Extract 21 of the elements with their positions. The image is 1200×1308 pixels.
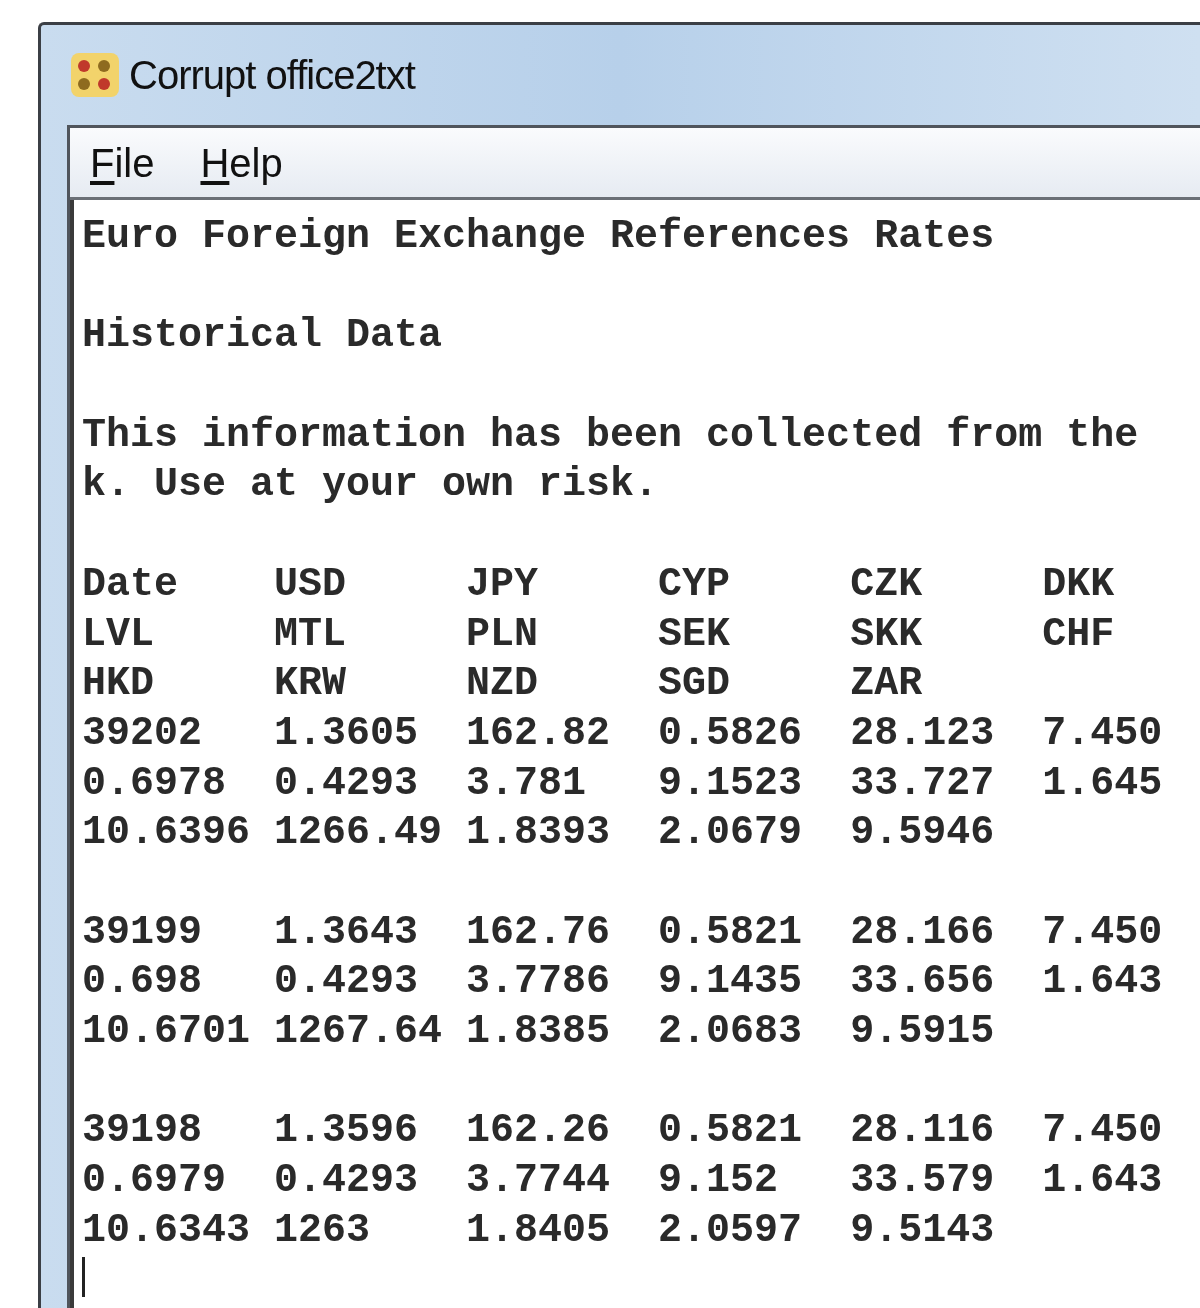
text-line: Euro Foreign Exchange References Rates bbox=[82, 214, 995, 259]
menu-item[interactable]: File bbox=[90, 132, 155, 193]
text-area[interactable] bbox=[70, 200, 1200, 1308]
text-line: 39199 1.3643 162.76 0.5821 28.166 7.450 bbox=[82, 909, 1163, 955]
text-line: This information has been collected from the bbox=[82, 412, 1139, 458]
menu-item[interactable]: Help bbox=[200, 132, 283, 193]
text-line: HKD KRW NZD SGD ZAR bbox=[82, 661, 923, 707]
text-line: 0.698 0.4293 3.7786 9.1435 33.656 1.643 bbox=[82, 959, 1163, 1005]
text-line: 39202 1.3605 162.82 0.5826 28.123 7.450 bbox=[82, 710, 1163, 756]
app-icon bbox=[69, 51, 121, 99]
text-line: k. Use at your own risk. bbox=[82, 462, 659, 508]
text-line: 0.6978 0.4293 3.781 9.1523 33.727 1.645 bbox=[82, 760, 1163, 806]
text-line: 0.6979 0.4293 3.7744 9.152 33.579 1.643 bbox=[82, 1158, 1163, 1204]
text-line: 10.6343 1263 1.8405 2.0597 9.5143 bbox=[82, 1207, 995, 1253]
text-line: 10.6396 1266.49 1.8393 2.0679 9.5946 bbox=[82, 810, 995, 856]
text-line: 39198 1.3596 162.26 0.5821 28.116 7.450 bbox=[82, 1108, 1163, 1154]
window-title: Corrupt office2txt bbox=[129, 52, 415, 99]
text-line: Historical Data bbox=[82, 313, 443, 359]
text-line: Date USD JPY CYP CZK DKK bbox=[82, 561, 1115, 607]
text-line: LVL MTL PLN SEK SKK CHF bbox=[82, 611, 1115, 657]
text-line: 10.6701 1267.64 1.8385 2.0683 9.5915 bbox=[82, 1009, 995, 1054]
